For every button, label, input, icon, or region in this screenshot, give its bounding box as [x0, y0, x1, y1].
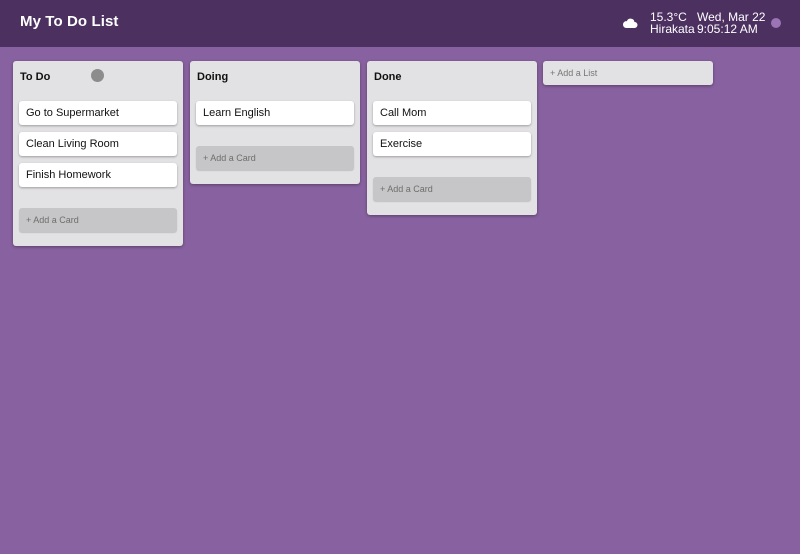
list-title: Done [374, 71, 402, 83]
current-time: 9:05:12 AM [697, 22, 758, 36]
card[interactable]: Finish Homework [19, 163, 177, 187]
add-list-button[interactable]: + Add a List [543, 61, 713, 85]
card[interactable]: Learn English [196, 101, 354, 125]
drag-handle[interactable] [91, 69, 104, 82]
add-card-button[interactable]: + Add a Card [373, 177, 531, 201]
app-header: My To Do List 15.3°C Hirakata Wed, Mar 2… [0, 0, 800, 47]
add-card-button[interactable]: + Add a Card [196, 146, 354, 170]
list-doing: Doing Learn English + Add a Card [190, 61, 360, 184]
card[interactable]: Go to Supermarket [19, 101, 177, 125]
app-title: My To Do List [20, 13, 119, 30]
list-to-do: To Do Go to Supermarket Clean Living Roo… [13, 61, 183, 246]
list-title: To Do [20, 71, 51, 83]
list-title: Doing [197, 71, 229, 83]
status-dot[interactable] [771, 18, 781, 28]
city-name: Hirakata [650, 22, 695, 36]
weather-info: 15.3°C Hirakata [650, 11, 695, 35]
add-card-button[interactable]: + Add a Card [19, 208, 177, 232]
card[interactable]: Call Mom [373, 101, 531, 125]
cloud-icon [622, 18, 638, 28]
date-time: Wed, Mar 22 9:05:12 AM [697, 11, 765, 35]
card[interactable]: Clean Living Room [19, 132, 177, 156]
card[interactable]: Exercise [373, 132, 531, 156]
list-done: Done Call Mom Exercise + Add a Card [367, 61, 537, 215]
